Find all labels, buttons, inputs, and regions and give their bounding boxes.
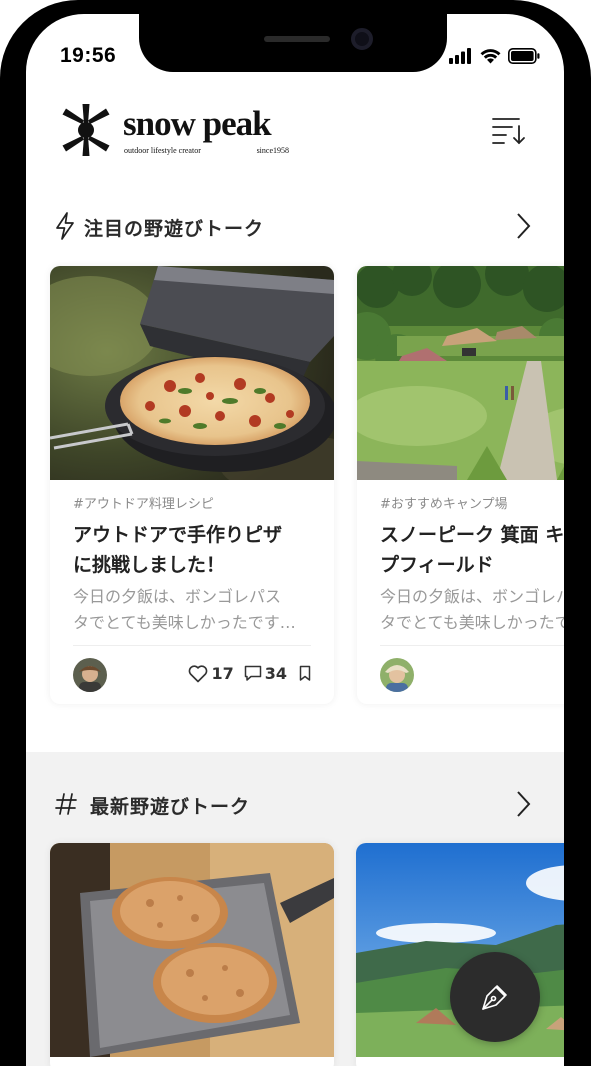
signal-icon: [449, 48, 471, 64]
lightning-icon: [56, 212, 74, 240]
card-tag[interactable]: #おすすめキャンプ場: [380, 493, 508, 512]
front-camera: [351, 28, 373, 50]
card-title-line: スノーピーク 箕面 キャン: [380, 524, 564, 546]
brand-wordmark: snow peak outdoor lifestyle creator sinc…: [123, 104, 289, 156]
snow-peak-asterisk-icon: [62, 104, 110, 156]
author-avatar[interactable]: [380, 658, 414, 692]
sort-button[interactable]: [492, 116, 526, 146]
card-excerpt-line: 今日の夕飯は、ボンゴレパス: [73, 587, 282, 606]
battery-icon: [508, 48, 540, 64]
card-title: スノーピーク 箕面 キャン プフィールド: [380, 520, 564, 580]
brand-logo[interactable]: snow peak outdoor lifestyle creator sinc…: [60, 104, 289, 156]
status-time: 19:56: [60, 44, 117, 67]
card-excerpt-line: タでとても美味しかったです…: [73, 613, 296, 632]
featured-section-header: 注目の野遊びトーク: [26, 206, 564, 246]
card-title-line: プフィールド: [380, 554, 494, 576]
phone-frame: 19:56 snow peak outdoor lifestyle creato…: [0, 0, 591, 1066]
latest-section-title: 最新野遊びトーク: [90, 796, 251, 818]
card-title-line: に挑戦しました！: [73, 554, 226, 576]
speaker-grille: [264, 36, 330, 42]
wifi-icon: [480, 49, 501, 64]
card-excerpt: 今日の夕飯は、ボンゴレパス タでとても美味しかったです…: [380, 584, 564, 636]
card-title-line: アウトドアで手作りピザ: [73, 524, 283, 546]
card-tag[interactable]: #アウトドア料理レシピ: [73, 493, 214, 512]
card-excerpt-line: タでとても美味しかったです…: [380, 613, 564, 632]
card-title: アウトドアで手作りピザ に挑戦しました！: [73, 520, 323, 580]
app-screen: 19:56 snow peak outdoor lifestyle creato…: [26, 14, 564, 1066]
brand-since: since1958: [256, 146, 289, 155]
card-excerpt-line: 今日の夕飯は、ボンゴレパス: [380, 587, 564, 606]
card-image-hotsandwich: [50, 843, 334, 1057]
featured-card[interactable]: #アウトドア料理レシピ アウトドアで手作りピザ に挑戦しました！ 今日の夕飯は、…: [50, 266, 334, 704]
latest-card[interactable]: [356, 843, 564, 1066]
brand-tagline: outdoor lifestyle creator: [124, 146, 201, 155]
card-divider: [73, 645, 311, 646]
card-stats: 17 34: [188, 664, 311, 683]
brand-name: snow peak: [123, 104, 272, 143]
pen-nib-icon: [482, 985, 507, 1010]
featured-section-title: 注目の野遊びトーク: [84, 218, 265, 240]
card-excerpt: 今日の夕飯は、ボンゴレパス タでとても美味しかったです…: [73, 584, 309, 636]
latest-section-header: 最新野遊びトーク: [26, 784, 564, 824]
status-icons: [449, 48, 540, 64]
card-image-campsite: [357, 266, 564, 480]
comment-count: 34: [264, 664, 287, 683]
card-divider: [380, 645, 564, 646]
latest-card[interactable]: [50, 843, 334, 1066]
speech-bubble-icon[interactable]: [244, 665, 262, 682]
compose-button[interactable]: [450, 952, 540, 1042]
app-header: snow peak outdoor lifestyle creator sinc…: [26, 98, 564, 170]
featured-card[interactable]: #おすすめキャンプ場 スノーピーク 箕面 キャン プフィールド 今日の夕飯は、ボ…: [357, 266, 564, 704]
card-image-pizza: [50, 266, 334, 480]
device-notch: [139, 14, 447, 72]
featured-more-chevron-icon[interactable]: [513, 211, 533, 241]
heart-icon[interactable]: [188, 664, 208, 683]
bookmark-icon[interactable]: [299, 665, 311, 682]
latest-more-chevron-icon[interactable]: [513, 789, 533, 819]
author-avatar[interactable]: [73, 658, 107, 692]
hashtag-icon: [55, 793, 77, 815]
like-count: 17: [211, 664, 234, 683]
